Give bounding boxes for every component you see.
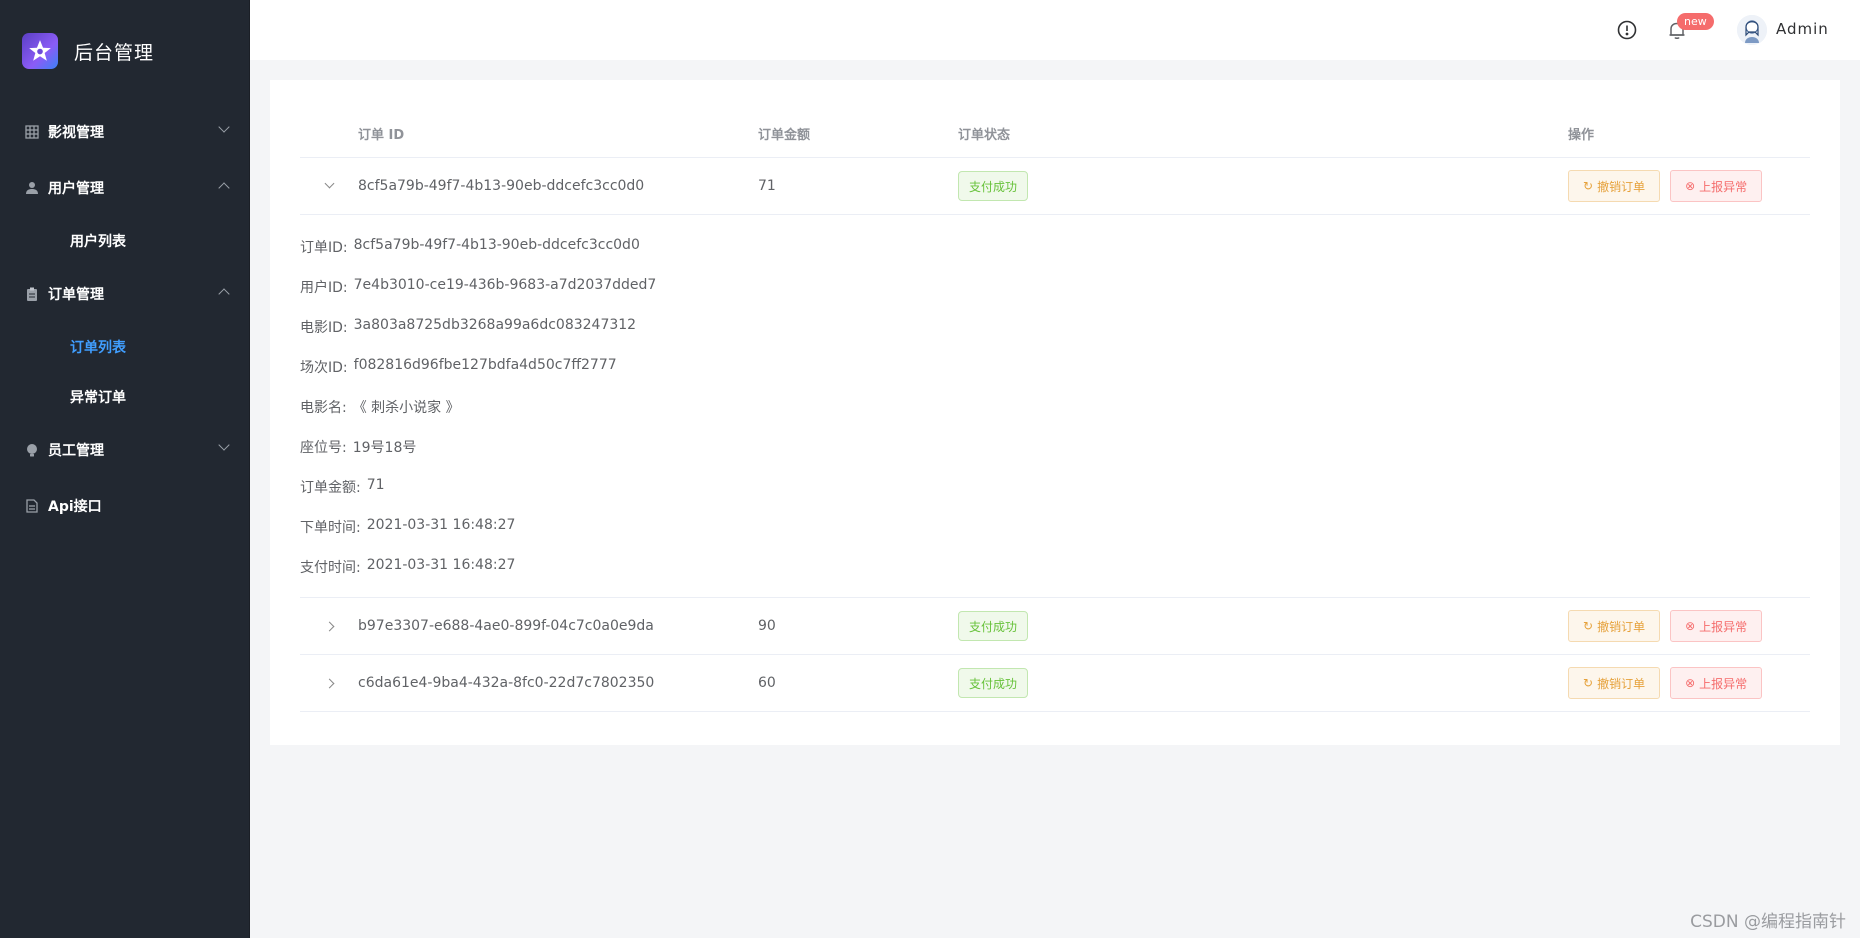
detail-movie-name: 电影名: 《 刺杀小说家 》 bbox=[300, 400, 460, 416]
app-title: 后台管理 bbox=[74, 41, 155, 64]
chevron-right-icon bbox=[324, 678, 334, 688]
sidebar-item-abnormal-orders[interactable]: 异常订单 bbox=[0, 372, 250, 422]
table-row: b97e3307-e688-4ae0-899f-04c7c0a0e9da 90 … bbox=[300, 598, 1810, 655]
menu-head-label: Api接口 bbox=[48, 499, 102, 515]
sidebar-item-user-list[interactable]: 用户列表 bbox=[0, 216, 250, 266]
detail-session-id: 场次ID: f082816d96fbe127bdfa4d50c7ff2777 bbox=[300, 357, 617, 376]
menu-group-staff: 员工管理 bbox=[0, 422, 250, 478]
menu-head-label: 订单管理 bbox=[48, 287, 104, 303]
table-header: 订单 ID 订单金额 订单状态 操作 bbox=[300, 110, 1810, 158]
orders-card: 订单 ID 订单金额 订单状态 操作 8cf5a79b-49f7-4b13-90… bbox=[270, 80, 1840, 745]
cancel-order-label: 撤销订单 bbox=[1597, 619, 1646, 634]
status-badge: 支付成功 bbox=[958, 171, 1029, 201]
report-abnormal-label: 上报异常 bbox=[1699, 676, 1748, 691]
clipboard-icon bbox=[24, 286, 40, 302]
notification-badge: new bbox=[1677, 13, 1714, 30]
report-abnormal-button[interactable]: ⊗ 上报异常 bbox=[1670, 610, 1763, 642]
expand-toggle[interactable] bbox=[300, 598, 350, 654]
col-header-ops: 操作 bbox=[1568, 128, 1595, 143]
logo: 后台管理 bbox=[22, 32, 154, 70]
order-detail-panel: 订单ID: 8cf5a79b-49f7-4b13-90eb-ddcefc3cc0d… bbox=[300, 215, 1810, 598]
refresh-icon: ↻ bbox=[1583, 619, 1594, 633]
order-amount: 90 bbox=[758, 618, 776, 634]
col-header-id: 订单 ID bbox=[358, 128, 405, 143]
info-icon[interactable] bbox=[1616, 19, 1638, 41]
circle-close-icon: ⊗ bbox=[1685, 619, 1696, 633]
circle-close-icon: ⊗ bbox=[1685, 179, 1696, 193]
menu-group-api: Api接口 bbox=[0, 478, 250, 534]
order-amount: 71 bbox=[758, 178, 776, 194]
menu-head-staff[interactable]: 员工管理 bbox=[0, 422, 250, 478]
table-row: c6da61e4-9ba4-432a-8fc0-22d7c7802350 60 … bbox=[300, 655, 1810, 712]
report-abnormal-label: 上报异常 bbox=[1699, 619, 1748, 634]
sidebar-item-order-list[interactable]: 订单列表 bbox=[0, 322, 250, 372]
sidebar-menu: 影视管理 用户管理 用户列表 订单管理 订单列表 异常订单 员工管理 Api接口 bbox=[0, 104, 250, 534]
col-header-status: 订单状态 bbox=[958, 128, 1011, 143]
detail-order-id: 订单ID: 8cf5a79b-49f7-4b13-90eb-ddcefc3cc0d… bbox=[300, 237, 640, 256]
sidebar: 后台管理 影视管理 用户管理 用户列表 订单管理 订单列表 异常订单 员工管理 … bbox=[0, 0, 250, 938]
user-icon bbox=[24, 180, 40, 196]
col-header-amount: 订单金额 bbox=[758, 128, 811, 143]
circle-close-icon: ⊗ bbox=[1685, 676, 1696, 690]
detail-movie-id: 电影ID: 3a803a8725db3268a99a6dc083247312 bbox=[300, 317, 637, 336]
chevron-down-icon bbox=[218, 121, 230, 133]
menu-head-orders[interactable]: 订单管理 bbox=[0, 266, 250, 322]
menu-head-label: 用户管理 bbox=[48, 181, 104, 197]
order-amount: 60 bbox=[758, 675, 776, 691]
expand-toggle[interactable] bbox=[300, 655, 350, 711]
menu-group-orders: 订单管理 订单列表 异常订单 bbox=[0, 266, 250, 422]
table-row: 8cf5a79b-49f7-4b13-90eb-ddcefc3cc0d0 71 … bbox=[300, 158, 1810, 215]
chevron-down-icon bbox=[218, 439, 230, 451]
menu-head-api[interactable]: Api接口 bbox=[0, 478, 250, 534]
chevron-down-icon bbox=[324, 178, 334, 189]
status-badge: 支付成功 bbox=[958, 611, 1029, 641]
cancel-order-button[interactable]: ↻ 撤销订单 bbox=[1568, 170, 1661, 202]
menu-group-movies: 影视管理 bbox=[0, 104, 250, 160]
chevron-up-icon bbox=[218, 182, 230, 194]
menu-head-label: 影视管理 bbox=[48, 125, 104, 141]
menu-head-label: 员工管理 bbox=[48, 443, 104, 459]
detail-seat: 座位号: 19号18号 bbox=[300, 440, 417, 456]
order-id: b97e3307-e688-4ae0-899f-04c7c0a0e9da bbox=[358, 618, 654, 634]
order-id: 8cf5a79b-49f7-4b13-90eb-ddcefc3cc0d0 bbox=[358, 178, 645, 194]
status-badge: 支付成功 bbox=[958, 668, 1029, 698]
avatar[interactable] bbox=[1737, 15, 1767, 45]
refresh-icon: ↻ bbox=[1583, 676, 1594, 690]
document-icon bbox=[24, 498, 40, 514]
cancel-order-label: 撤销订单 bbox=[1597, 676, 1646, 691]
bulb-icon bbox=[24, 442, 40, 458]
cancel-order-label: 撤销订单 bbox=[1597, 179, 1646, 194]
expand-toggle[interactable] bbox=[300, 158, 350, 214]
chevron-up-icon bbox=[218, 288, 230, 300]
menu-head-users[interactable]: 用户管理 bbox=[0, 160, 250, 216]
grid-icon bbox=[24, 124, 40, 140]
orders-table: 订单 ID 订单金额 订单状态 操作 8cf5a79b-49f7-4b13-90… bbox=[300, 110, 1810, 712]
order-id: c6da61e4-9ba4-432a-8fc0-22d7c7802350 bbox=[358, 675, 655, 691]
report-abnormal-button[interactable]: ⊗ 上报异常 bbox=[1670, 170, 1763, 202]
detail-user-id: 用户ID: 7e4b3010-ce19-436b-9683-a7d2037dded… bbox=[300, 277, 657, 296]
star-logo-icon bbox=[22, 33, 58, 69]
menu-group-users: 用户管理 用户列表 bbox=[0, 160, 250, 266]
detail-order-time: 下单时间: 2021-03-31 16:48:27 bbox=[300, 517, 516, 536]
report-abnormal-button[interactable]: ⊗ 上报异常 bbox=[1670, 667, 1763, 699]
detail-pay-time: 支付时间: 2021-03-31 16:48:27 bbox=[300, 557, 516, 576]
menu-head-movies[interactable]: 影视管理 bbox=[0, 104, 250, 160]
cancel-order-button[interactable]: ↻ 撤销订单 bbox=[1568, 667, 1661, 699]
detail-amount: 订单金额: 71 bbox=[300, 477, 385, 496]
cancel-order-button[interactable]: ↻ 撤销订单 bbox=[1568, 610, 1661, 642]
watermark: CSDN @编程指南针 bbox=[1690, 912, 1846, 932]
refresh-icon: ↻ bbox=[1583, 179, 1594, 193]
chevron-right-icon bbox=[324, 621, 334, 631]
report-abnormal-label: 上报异常 bbox=[1699, 179, 1748, 194]
user-name[interactable]: Admin bbox=[1776, 20, 1829, 38]
